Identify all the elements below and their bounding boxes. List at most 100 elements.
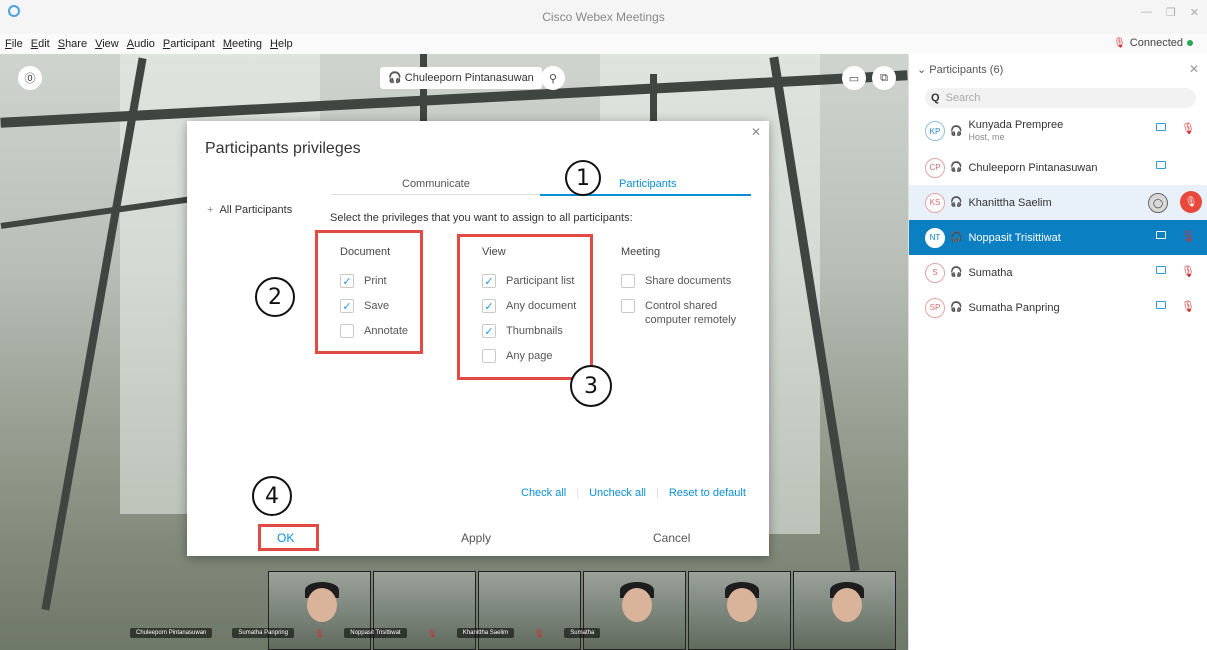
participants-panel: ⌄ Participants (6) ✕ Q Search KP 🎧 Kunyad… bbox=[908, 54, 1207, 650]
connected-dot-icon bbox=[1187, 40, 1193, 47]
mic-muted-icon: 🎙 bbox=[1113, 38, 1126, 49]
avatar: S bbox=[925, 262, 945, 283]
checkbox-empty-icon[interactable] bbox=[621, 299, 635, 313]
headset-icon: 🎧 bbox=[950, 267, 963, 278]
info-icon[interactable]: ⓪ bbox=[18, 66, 42, 90]
checkbox-control-shared-computer[interactable]: Control shared computer remotely bbox=[621, 299, 751, 327]
person-face bbox=[622, 588, 652, 622]
cancel-button[interactable]: Cancel bbox=[653, 531, 690, 545]
participant-name: Khanittha Saelim bbox=[968, 196, 1052, 209]
participants-panel-header[interactable]: ⌄ Participants (6) bbox=[917, 63, 1003, 76]
participant-name: Chuleeporn Pintanasuwan bbox=[968, 161, 1098, 174]
menu-view[interactable]: View bbox=[95, 38, 119, 50]
checkbox-share-documents[interactable]: Share documents bbox=[621, 274, 731, 288]
video-icon[interactable] bbox=[1156, 231, 1166, 239]
participant-row[interactable]: KP 🎧 Kunyada Prempree Host, me 🎙 bbox=[909, 112, 1207, 150]
annotation-number-4: 4 bbox=[252, 476, 292, 516]
avatar: KS bbox=[925, 192, 945, 213]
host-icon: 🎧 bbox=[950, 125, 963, 137]
mic-muted-icon: 🎙 bbox=[314, 628, 325, 638]
mic-muted-icon[interactable]: 🎙 bbox=[1181, 300, 1195, 313]
headset-icon: 🎧 bbox=[950, 162, 963, 173]
mic-muted-icon[interactable]: 🎙 bbox=[1181, 265, 1195, 278]
person-face bbox=[727, 588, 757, 622]
menu-file[interactable]: File bbox=[5, 38, 23, 50]
participant-name-block: Kunyada Prempree Host, me bbox=[968, 119, 1063, 143]
participant-row[interactable]: SP 🎧 Sumatha Panpring 🎙 bbox=[909, 290, 1207, 325]
all-participants-label: All Participants bbox=[219, 204, 293, 216]
video-icon[interactable] bbox=[1156, 266, 1166, 274]
tab-communicate[interactable]: Communicate bbox=[402, 178, 470, 190]
video-icon[interactable] bbox=[1156, 161, 1166, 169]
video-icon[interactable] bbox=[1156, 301, 1166, 309]
thumbnail-name: Khanittha Saelim bbox=[456, 628, 515, 638]
annotation-box-document bbox=[315, 230, 423, 354]
participant-name: Sumatha Panpring bbox=[968, 301, 1060, 314]
mic-muted-icon[interactable]: 🎙 bbox=[1180, 191, 1202, 213]
video-icon[interactable] bbox=[1156, 123, 1166, 131]
participant-row[interactable]: KS 🎧 Khanittha Saelim ◯ 🎙 bbox=[909, 185, 1207, 220]
participant-row[interactable]: NT 🎧 Noppasit Trisittiwat 🎙 bbox=[909, 220, 1207, 255]
search-input[interactable]: Q Search bbox=[925, 88, 1196, 108]
person-face bbox=[832, 588, 862, 622]
close-window-button[interactable]: ✕ bbox=[1190, 6, 1199, 19]
minimize-button[interactable]: — bbox=[1141, 6, 1152, 19]
mic-muted-icon: 🎙 bbox=[426, 628, 437, 638]
menu-help[interactable]: Help bbox=[270, 38, 293, 50]
participants-count-label: Participants (6) bbox=[929, 64, 1004, 76]
checkbox-label: Control shared computer remotely bbox=[645, 300, 737, 326]
thumbnail-name: Sumatha Panpring bbox=[232, 628, 295, 638]
annotation-number-1: 1 bbox=[565, 160, 601, 196]
active-speaker-name: Chuleeporn Pintanasuwan bbox=[404, 72, 534, 84]
layout-icon[interactable]: ▭ bbox=[842, 66, 866, 90]
headset-icon: 🎧 bbox=[388, 72, 402, 84]
maximize-button[interactable]: ❐ bbox=[1166, 6, 1176, 19]
close-icon[interactable]: ✕ bbox=[1189, 62, 1199, 76]
video-thumbnail[interactable] bbox=[793, 571, 896, 650]
tab-participants[interactable]: Participants bbox=[619, 178, 676, 190]
participant-name: Sumatha bbox=[968, 266, 1013, 279]
checkbox-label: Share documents bbox=[645, 275, 732, 287]
chevron-down-icon: ⌄ bbox=[917, 64, 927, 76]
mic-muted-icon[interactable]: 🎙 bbox=[1181, 230, 1195, 243]
active-speaker-label: 🎧 Chuleeporn Pintanasuwan bbox=[380, 67, 542, 89]
person-face bbox=[307, 588, 337, 622]
avatar: SP bbox=[925, 297, 945, 318]
mic-muted-icon: 🎙 bbox=[534, 628, 545, 638]
menu-audio[interactable]: Audio bbox=[127, 38, 155, 50]
close-icon[interactable]: ✕ bbox=[751, 125, 761, 139]
thumbnail-name: Sumatha bbox=[564, 628, 601, 638]
instruction-text: Select the privileges that you want to a… bbox=[330, 212, 633, 224]
menu-participant[interactable]: Participant bbox=[163, 38, 215, 50]
checkbox-empty-icon[interactable] bbox=[621, 274, 635, 288]
annotation-box-ok bbox=[258, 524, 319, 551]
check-all-link[interactable]: Check all bbox=[521, 487, 566, 499]
link-separator: | bbox=[655, 487, 659, 499]
popout-icon[interactable]: ⧉ bbox=[872, 66, 896, 90]
chat-icon[interactable]: ◯ bbox=[1148, 193, 1168, 213]
apply-button[interactable]: Apply bbox=[461, 531, 491, 545]
menu-meeting[interactable]: Meeting bbox=[223, 38, 262, 50]
title-bar: Cisco Webex Meetings — ❐ ✕ bbox=[0, 0, 1207, 34]
search-icon: Q bbox=[931, 92, 940, 104]
annotation-number-2: 2 bbox=[255, 277, 295, 317]
connection-label: Connected bbox=[1129, 37, 1183, 49]
search-placeholder: Search bbox=[945, 92, 981, 104]
menu-share[interactable]: Share bbox=[58, 38, 87, 50]
lock-view-icon[interactable]: ⚲ bbox=[541, 66, 565, 90]
window-controls: — ❐ ✕ bbox=[1141, 6, 1199, 19]
thumbnail-name: Noppasit Trisittiwat bbox=[344, 628, 407, 638]
thumbnail-name: Chuleeporn Pintanasuwan bbox=[130, 628, 213, 638]
reset-to-default-link[interactable]: Reset to default bbox=[669, 487, 746, 499]
all-participants-item[interactable]: + All Participants bbox=[207, 204, 292, 216]
active-tab-indicator bbox=[540, 194, 751, 196]
plus-icon: + bbox=[207, 204, 214, 216]
participant-row[interactable]: CP 🎧 Chuleeporn Pintanasuwan bbox=[909, 150, 1207, 185]
uncheck-all-link[interactable]: Uncheck all bbox=[589, 487, 646, 499]
privilege-tabs: Communicate Participants bbox=[331, 173, 751, 196]
menu-edit[interactable]: Edit bbox=[31, 38, 50, 50]
menu-bar: File Edit Share View Audio Participant M… bbox=[0, 34, 1207, 54]
mic-muted-icon[interactable]: 🎙 bbox=[1181, 122, 1195, 135]
link-separator: | bbox=[576, 487, 580, 499]
participant-row[interactable]: S 🎧 Sumatha 🎙 bbox=[909, 255, 1207, 290]
